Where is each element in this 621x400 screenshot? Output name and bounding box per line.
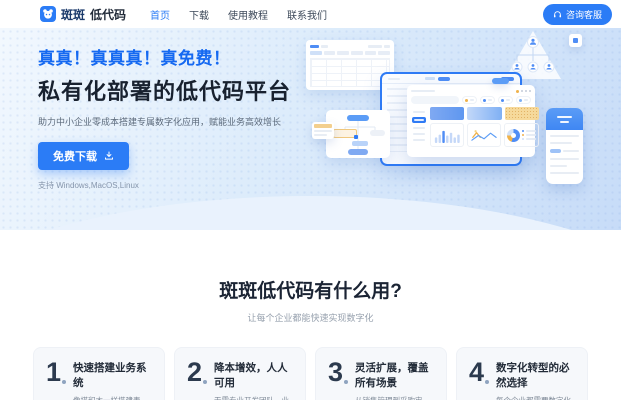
number-dot: [344, 380, 349, 384]
features-subtitle: 让每个企业都能快速实现数字化: [247, 313, 374, 323]
phone-header: [546, 108, 583, 130]
platform-support-note: 支持 Windows,MacOS,Linux: [38, 181, 139, 190]
flow-node-mid: [352, 141, 368, 146]
kpi-card-gradient: [467, 107, 502, 120]
feature-title: 数字化转型的必然选择: [496, 362, 570, 389]
stat-pill: [480, 96, 495, 104]
flow-node-end: [348, 149, 368, 155]
hero-section: 真真！真真真！真免费！ 私有化部署的低代码平台 助力中小企业零成本搭建专属数字化…: [0, 28, 621, 230]
sidebar-active-item: [412, 117, 426, 123]
download-button-label: 免费下载: [53, 151, 97, 163]
cursor-icon: [354, 135, 358, 139]
donut: [507, 128, 520, 142]
donut-legend: [522, 130, 536, 140]
number-dot: [485, 380, 490, 384]
mini-line-chart: [467, 123, 501, 147]
dashboard-main: [430, 107, 539, 147]
number-dot: [203, 380, 208, 384]
feature-number: 2: [187, 357, 203, 387]
dashboard-body: [411, 107, 539, 147]
headset-icon: [553, 10, 562, 19]
feature-card-4: 4 数字化转型的必然选择 每个企业都需要数字化能力，低代码平台是实现数字化转型最…: [456, 347, 588, 400]
phone-body: [546, 130, 583, 184]
nav-item-tutorial[interactable]: 使用教程: [228, 7, 268, 22]
feature-card-2: 2 降本增效，人人可用 无需专业开发团队，业务人员也能轻松上手，让企业以更低成本…: [174, 347, 306, 400]
search-pill: [411, 96, 459, 104]
brand-name-primary: 斑斑: [61, 7, 86, 22]
mini-bar-chart: [430, 123, 464, 147]
consult-button-label: 咨询客服: [565, 9, 602, 20]
nav-item-contact[interactable]: 联系我们: [287, 7, 327, 22]
kpi-card-blue: [430, 107, 465, 120]
feature-title: 降本增效，人人可用: [214, 362, 288, 389]
hero-subtitle: 助力中小企业零成本搭建专属数字化应用，赋能业务高效增长: [38, 117, 282, 127]
table-header-row: [310, 51, 391, 55]
close-icon: [529, 90, 531, 92]
number-dot: [62, 380, 67, 384]
dashboard-titlebar: [411, 88, 531, 94]
feature-card-1: 1 快速搭建业务系统 像搭积木一样搭建表单、流程、报表和看板，从想法到上线只需几…: [33, 347, 165, 400]
floating-app-chip: [569, 34, 582, 47]
feature-desc: 从销售管理到采购审批，从客户关系到行业个性化需求，都能随时调整，快速落地: [355, 395, 436, 400]
feature-number: 1: [46, 357, 62, 387]
hero-copy: 真真！真真真！真免费！ 私有化部署的低代码平台 助力中小企业零成本搭建专属数字化…: [38, 44, 291, 191]
floating-pill: [492, 78, 509, 84]
feature-title: 快速搭建业务系统: [73, 362, 147, 389]
kpi-card-yellow: [504, 107, 539, 120]
consult-service-button[interactable]: 咨询客服: [542, 3, 612, 25]
illustration-flow-panel: [326, 110, 390, 158]
flow-node-start: [347, 115, 369, 121]
download-icon: [104, 151, 114, 161]
feature-number: 4: [469, 357, 485, 387]
maximize-icon: [525, 90, 527, 92]
dashboard-toolbar: [411, 96, 531, 104]
feature-number: 3: [328, 357, 344, 387]
main-nav: 首页 下载 使用教程 联系我们: [150, 7, 327, 22]
feature-desc: 无需专业开发团队，业务人员也能轻松上手，让企业以更低成本实现更高效率: [214, 395, 295, 400]
mini-donut-chart: [504, 123, 539, 147]
minimize-icon: [521, 90, 523, 92]
dashboard-sidebar: [411, 107, 427, 147]
hero-headline-main: 私有化部署的低代码平台: [38, 79, 292, 104]
phone-blue-pill: [550, 149, 561, 153]
site-header: 斑斑 低代码 首页 下载 使用教程 联系我们 咨询客服: [0, 0, 621, 28]
table-toolbar-chip: [321, 44, 328, 48]
stat-pill: [462, 96, 477, 104]
table-toolbar: [310, 44, 390, 48]
logo-icon: [40, 6, 56, 22]
flow-node-gray: [370, 130, 385, 136]
features-title: 斑斑低代码有什么用?: [219, 281, 402, 302]
features-section: 斑斑低代码有什么用? 让每个企业都能快速实现数字化 1 快速搭建业务系统 像搭积…: [0, 230, 621, 400]
feature-cards: 1 快速搭建业务系统 像搭积木一样搭建表单、流程、报表和看板，从想法到上线只需几…: [0, 347, 621, 400]
stat-pill: [516, 96, 531, 104]
illustration-mini-card: [312, 122, 334, 139]
table-toolbar-chip: [368, 44, 382, 48]
illustration-phone: [546, 108, 583, 184]
table-grid: [310, 58, 390, 87]
table-toolbar-chip: [310, 44, 319, 48]
brand-logo[interactable]: 斑斑 低代码: [40, 6, 126, 23]
feature-desc: 像搭积木一样搭建表单、流程、报表和看板，从想法到上线只需几天甚至几小时: [73, 395, 154, 400]
illustration-dashboard-window: [407, 85, 539, 157]
hero-headline-accent: 真真！真真真！真免费！: [38, 49, 231, 68]
feature-desc: 每个企业都需要数字化能力，低代码平台是实现数字化转型最简单、最经济的路径: [496, 395, 577, 400]
feature-title: 灵活扩展，覆盖所有场景: [355, 362, 429, 389]
kpi-cards-row: [430, 107, 539, 120]
brand-name-secondary: 低代码: [90, 7, 127, 22]
nav-item-download[interactable]: 下载: [189, 7, 209, 22]
notification-dot: [516, 89, 519, 93]
table-toolbar-chip: [384, 44, 390, 48]
flow-node-highlighted: [333, 129, 358, 139]
stat-pill: [498, 96, 513, 104]
charts-row: [430, 123, 539, 147]
nav-item-home[interactable]: 首页: [150, 7, 170, 22]
feature-card-3: 3 灵活扩展，覆盖所有场景 从销售管理到采购审批，从客户关系到行业个性化需求，都…: [315, 347, 447, 400]
free-download-button[interactable]: 免费下载: [38, 142, 129, 170]
